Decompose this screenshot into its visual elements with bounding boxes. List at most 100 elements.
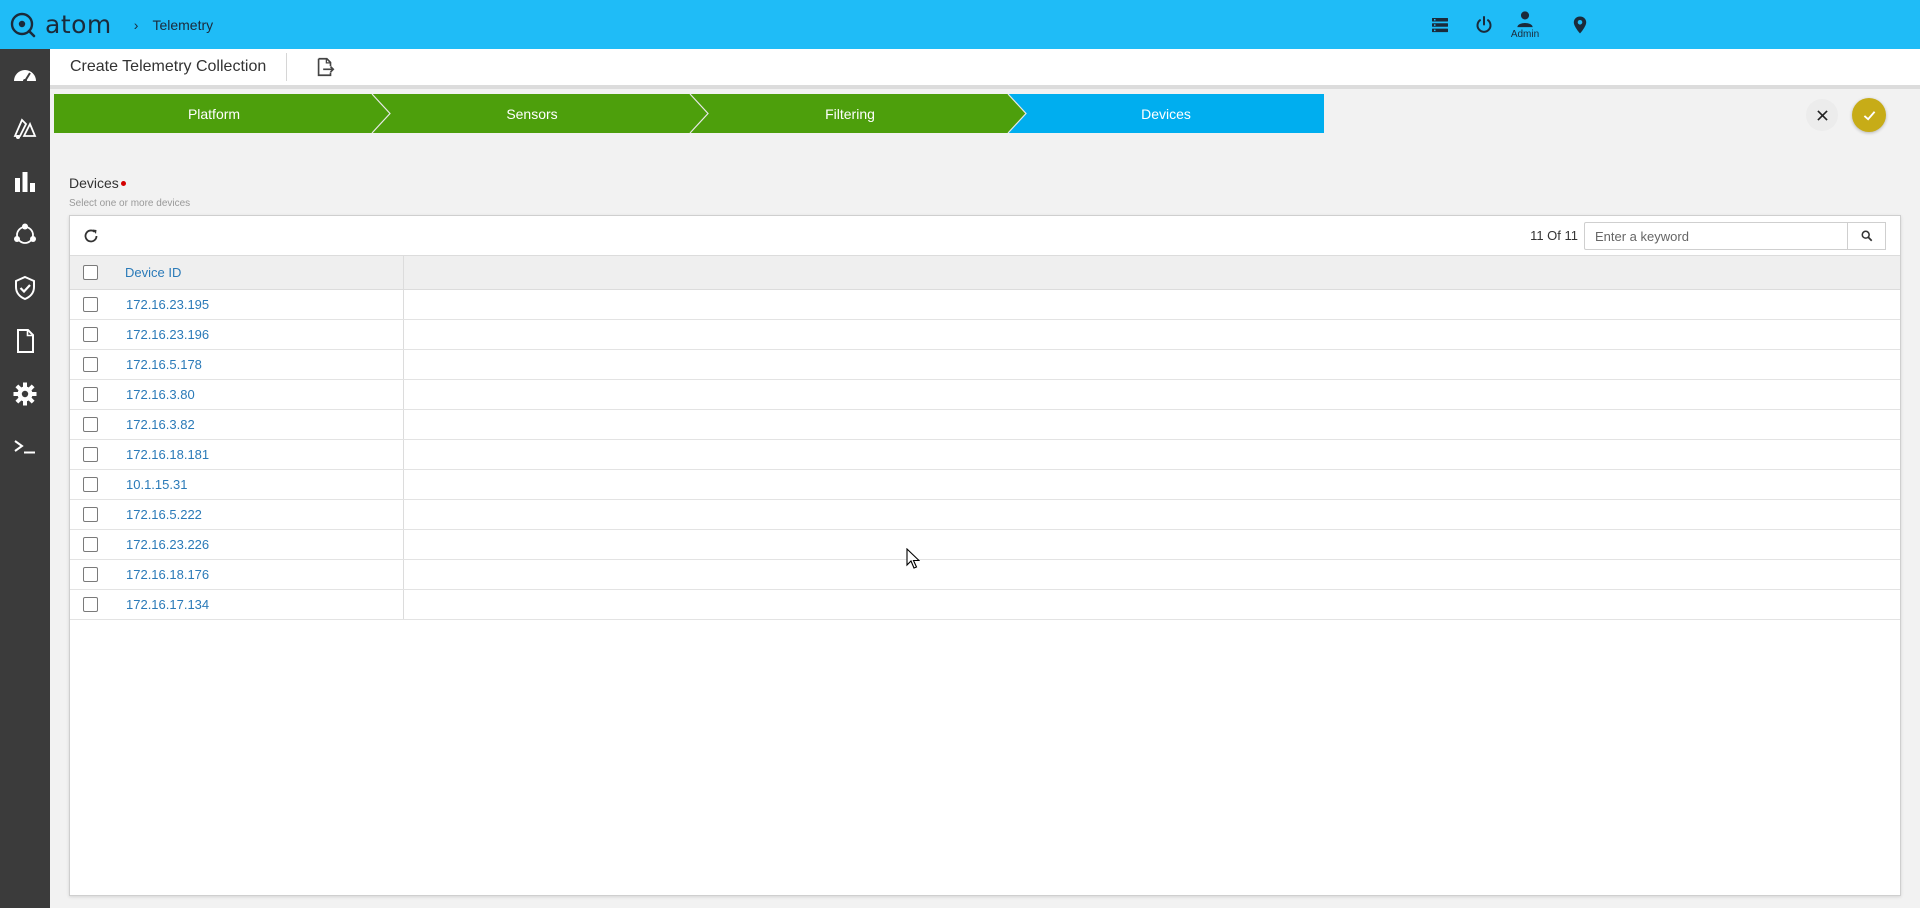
row-checkbox[interactable] <box>82 297 98 312</box>
breadcrumb-telemetry[interactable]: Telemetry <box>152 17 213 33</box>
row-select-cell <box>70 440 110 469</box>
row-checkbox[interactable] <box>82 417 98 432</box>
device-id-cell: 172.16.23.195 <box>110 290 404 319</box>
device-id-link[interactable]: 10.1.15.31 <box>126 477 187 492</box>
row-select-cell <box>70 350 110 379</box>
grid-header: Device ID <box>70 256 1900 290</box>
sidebar-item-analytics[interactable] <box>0 155 50 208</box>
row-select-cell <box>70 380 110 409</box>
device-id-link[interactable]: 172.16.18.181 <box>126 447 209 462</box>
devices-label: Devices <box>69 175 126 191</box>
search-icon <box>1861 230 1872 242</box>
step-chevron <box>372 94 390 133</box>
device-id-link[interactable]: 172.16.3.80 <box>126 387 195 402</box>
file-export-icon <box>317 57 335 77</box>
location-pin-icon <box>1573 16 1587 33</box>
user-icon <box>1517 10 1533 27</box>
row-checkbox[interactable] <box>82 447 98 462</box>
device-id-link[interactable]: 172.16.5.222 <box>126 507 202 522</box>
table-row[interactable]: 172.16.3.80 <box>70 380 1900 410</box>
row-checkbox[interactable] <box>82 357 98 372</box>
atom-logo[interactable]: atom <box>10 12 112 38</box>
device-id-link[interactable]: 172.16.23.196 <box>126 327 209 342</box>
device-id-cell: 172.16.18.176 <box>110 560 404 589</box>
device-id-cell: 172.16.18.181 <box>110 440 404 469</box>
select-all-checkbox[interactable] <box>82 265 98 280</box>
sidebar-item-compliance[interactable] <box>0 261 50 314</box>
table-row[interactable]: 172.16.23.195 <box>70 290 1900 320</box>
location-button[interactable] <box>1560 0 1600 49</box>
row-checkbox[interactable] <box>82 507 98 522</box>
row-select-cell <box>70 290 110 319</box>
sidebar-item-dashboard[interactable] <box>0 49 50 102</box>
row-checkbox[interactable] <box>82 387 98 402</box>
table-row[interactable]: 172.16.5.222 <box>70 500 1900 530</box>
row-checkbox[interactable] <box>82 567 98 582</box>
table-row[interactable]: 172.16.18.181 <box>70 440 1900 470</box>
device-id-link[interactable]: 172.16.18.176 <box>126 567 209 582</box>
row-select-cell <box>70 590 110 619</box>
breadcrumb-separator: › <box>133 16 139 33</box>
power-icon <box>1476 15 1492 33</box>
analytics-icon <box>15 171 35 192</box>
row-select-cell <box>70 410 110 439</box>
list-button[interactable] <box>1420 0 1460 49</box>
row-checkbox[interactable] <box>82 327 98 342</box>
device-id-cell: 172.16.5.222 <box>110 500 404 529</box>
table-row[interactable]: 172.16.5.178 <box>70 350 1900 380</box>
column-header-device-id[interactable]: Device ID <box>110 256 404 289</box>
search-button[interactable] <box>1848 222 1886 250</box>
row-select-cell <box>70 560 110 589</box>
row-select-cell <box>70 500 110 529</box>
table-row[interactable]: 172.16.18.176 <box>70 560 1900 590</box>
sidebar-item-documents[interactable] <box>0 314 50 367</box>
table-row[interactable]: 172.16.17.134 <box>70 590 1900 620</box>
user-menu[interactable]: Admin <box>1502 0 1548 49</box>
device-id-cell: 172.16.23.196 <box>110 320 404 349</box>
cancel-button[interactable] <box>1806 99 1838 131</box>
device-id-cell: 172.16.23.226 <box>110 530 404 559</box>
step-label: Filtering <box>825 105 875 122</box>
top-bar: atom › Telemetry Admin <box>0 0 1920 49</box>
search-input[interactable] <box>1584 222 1848 250</box>
device-id-link[interactable]: 172.16.23.226 <box>126 537 209 552</box>
grid-toolbar: 11 Of 11 <box>70 216 1900 256</box>
device-id-cell: 172.16.3.82 <box>110 410 404 439</box>
row-checkbox[interactable] <box>82 477 98 492</box>
sidebar-item-topology[interactable] <box>0 208 50 261</box>
app-name: atom <box>45 10 112 39</box>
sidebar-item-inventory[interactable] <box>0 102 50 155</box>
row-checkbox[interactable] <box>82 597 98 612</box>
device-id-link[interactable]: 172.16.23.195 <box>126 297 209 312</box>
step-label: Sensors <box>506 105 558 122</box>
device-id-link[interactable]: 172.16.3.82 <box>126 417 195 432</box>
step-platform[interactable]: Platform <box>54 94 374 133</box>
table-row[interactable]: 172.16.23.196 <box>70 320 1900 350</box>
device-id-cell: 10.1.15.31 <box>110 470 404 499</box>
sidebar-item-settings[interactable] <box>0 367 50 420</box>
shield-check-icon <box>15 275 35 300</box>
device-id-link[interactable]: 172.16.17.134 <box>126 597 209 612</box>
table-row[interactable]: 172.16.23.226 <box>70 530 1900 560</box>
power-button[interactable] <box>1464 0 1504 49</box>
device-id-cell: 172.16.5.178 <box>110 350 404 379</box>
row-checkbox[interactable] <box>82 537 98 552</box>
result-count: 11 Of 11 <box>1530 228 1578 243</box>
refresh-button[interactable] <box>80 225 102 247</box>
step-filtering[interactable]: Filtering <box>690 94 1010 133</box>
table-row[interactable]: 172.16.3.82 <box>70 410 1900 440</box>
table-row[interactable]: 10.1.15.31 <box>70 470 1900 500</box>
dashboard-icon <box>14 69 36 83</box>
gear-icon <box>13 382 37 405</box>
confirm-button[interactable] <box>1852 98 1886 132</box>
step-sensors[interactable]: Sensors <box>372 94 692 133</box>
devices-label-text: Devices <box>69 175 119 191</box>
sidebar-item-terminal[interactable] <box>0 420 50 473</box>
document-icon <box>17 328 34 353</box>
select-all-cell <box>70 256 110 289</box>
header-divider <box>286 53 288 81</box>
export-button[interactable] <box>313 55 337 79</box>
step-devices[interactable]: Devices <box>1008 94 1324 133</box>
device-id-link[interactable]: 172.16.5.178 <box>126 357 202 372</box>
devices-grid: 11 Of 11 Device ID 172.16.23.195 172.16.2… <box>69 215 1901 896</box>
